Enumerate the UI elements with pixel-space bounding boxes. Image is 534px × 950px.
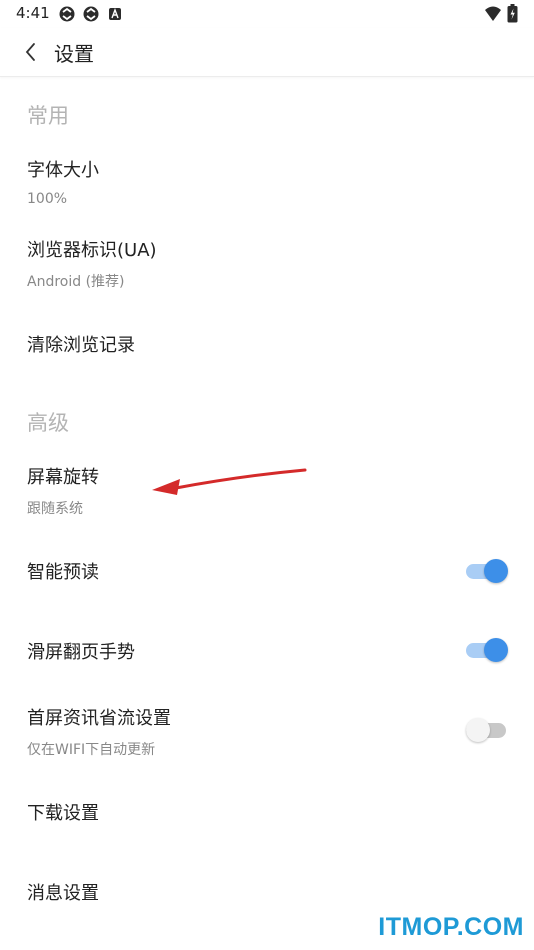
status-bar: 4:41	[0, 0, 534, 28]
setting-title: 消息设置	[27, 883, 99, 904]
setting-title: 下载设置	[27, 803, 99, 824]
setting-data-saver[interactable]: 首屏资讯省流设置 仅在WIFI下自动更新	[0, 693, 534, 769]
status-time: 4:41	[16, 4, 50, 22]
setting-title: 智能预读	[27, 562, 99, 583]
section-header-common: 常用	[27, 104, 69, 128]
sync-icon	[83, 6, 99, 22]
sync-icon	[59, 6, 75, 22]
watermark: ITMOP.COM	[378, 913, 524, 941]
chevron-left-icon[interactable]	[18, 38, 46, 66]
setting-title: 首屏资讯省流设置	[27, 708, 171, 729]
setting-user-agent[interactable]: 浏览器标识(UA) Android (推荐)	[0, 226, 534, 302]
toggle-thumb	[466, 718, 490, 742]
app-bar: 设置	[0, 28, 534, 77]
swipe-gesture-toggle[interactable]	[466, 638, 508, 662]
setting-subtitle: 100%	[27, 191, 68, 207]
setting-title: 字体大小	[27, 160, 99, 181]
setting-title: 滑屏翻页手势	[27, 642, 135, 663]
wifi-icon	[485, 6, 501, 21]
section-header-advanced: 高级	[27, 411, 69, 435]
setting-title: 清除浏览记录	[27, 335, 135, 356]
setting-subtitle: Android (推荐)	[27, 274, 125, 290]
data-saver-toggle[interactable]	[466, 718, 508, 742]
page-title: 设置	[54, 42, 94, 66]
setting-clear-history[interactable]: 清除浏览记录	[0, 306, 534, 382]
battery-icon	[507, 4, 518, 23]
setting-title: 屏幕旋转	[27, 467, 99, 488]
smart-preload-toggle[interactable]	[466, 559, 508, 583]
annotation-arrow-icon	[152, 468, 307, 495]
setting-subtitle: 仅在WIFI下自动更新	[27, 742, 156, 758]
setting-title: 浏览器标识(UA)	[27, 240, 157, 261]
toggle-thumb	[484, 638, 508, 662]
setting-subtitle: 跟随系统	[27, 501, 83, 517]
setting-font-size[interactable]: 字体大小 100%	[0, 146, 534, 222]
toggle-thumb	[484, 559, 508, 583]
setting-smart-preload[interactable]: 智能预读	[0, 533, 534, 609]
setting-download[interactable]: 下载设置	[0, 773, 534, 849]
app-notification-icon	[109, 8, 121, 20]
setting-swipe-page-gesture[interactable]: 滑屏翻页手势	[0, 613, 534, 689]
